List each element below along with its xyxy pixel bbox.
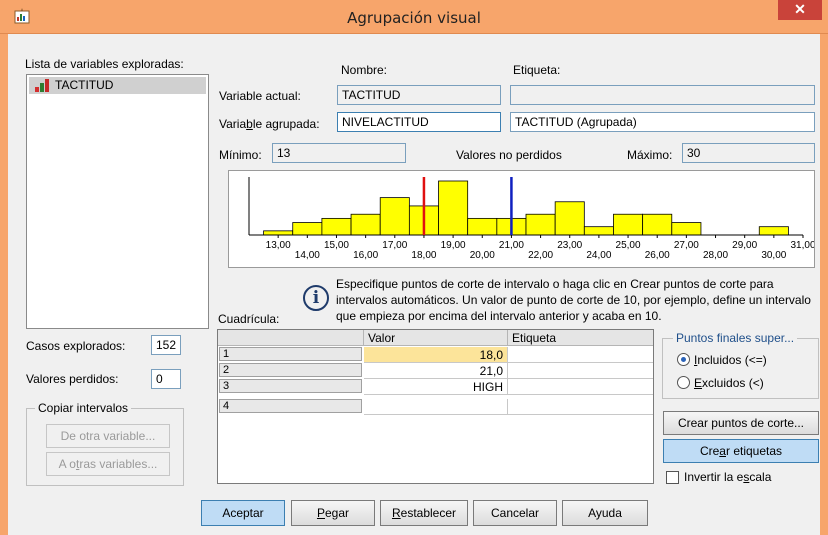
histogram-tick-label: 31,00 <box>790 240 814 251</box>
missing-values-field: 0 <box>151 369 181 389</box>
histogram-tick-label: 21,00 <box>499 240 524 251</box>
histogram-bar <box>671 222 702 236</box>
included-radio-label[interactable]: Incluidos (<=) <box>694 353 767 367</box>
grid-row-number: 1 <box>219 347 362 361</box>
histogram-tick-label: 25,00 <box>616 240 641 251</box>
title-bar: Agrupación visual ✕ <box>0 0 828 34</box>
minimum-label: Mínimo: <box>219 148 262 162</box>
maximum-label: Máximo: <box>627 148 673 162</box>
histogram-bar <box>758 226 789 236</box>
excluded-radio-label[interactable]: Excluidos (<) <box>694 376 764 390</box>
histogram-bar <box>350 213 381 236</box>
grid-cell-etiqueta[interactable] <box>508 347 653 363</box>
close-button[interactable]: ✕ <box>778 0 822 20</box>
histogram-bar <box>467 217 498 236</box>
nonmissing-label: Valores no perdidos <box>456 148 562 162</box>
invert-scale-label[interactable]: Invertir la escala <box>684 470 771 484</box>
grid-corner-header <box>218 330 364 346</box>
histogram-bar <box>292 222 323 236</box>
histogram-bar <box>613 213 644 236</box>
histogram-tick-label: 28,00 <box>703 250 728 261</box>
histogram-bar <box>263 230 294 236</box>
grouped-variable-name-input[interactable]: NIVELACTITUD <box>337 112 501 132</box>
histogram-tick-label: 19,00 <box>441 240 466 251</box>
label-header: Etiqueta: <box>513 63 561 77</box>
histogram-tick-label: 20,00 <box>470 250 495 261</box>
current-variable-label: Variable actual: <box>219 89 301 103</box>
info-text: Especifique puntos de corte de intervalo… <box>336 277 811 323</box>
missing-values-label: Valores perdidos: <box>26 372 119 386</box>
cut-point-grid[interactable]: Valor Etiqueta 1 18,0 2 21,0 3 HIGH 4 <box>217 329 654 484</box>
histogram-tick-label: 22,00 <box>528 250 553 261</box>
histogram-panel[interactable]: 13,00 15,00 17,00 19,00 21,00 23,00 25,00 27,00… <box>228 170 815 268</box>
histogram-tick-label: 15,00 <box>324 240 349 251</box>
histogram-tick-label: 30,00 <box>761 250 786 261</box>
grid-cell-valor[interactable]: HIGH <box>364 379 508 395</box>
variable-list[interactable]: TACTITUD <box>26 74 209 329</box>
grid-cell-valor[interactable]: 18,0 <box>364 347 508 363</box>
histogram-tick-label: 23,00 <box>557 240 582 251</box>
histogram-bar <box>554 201 585 236</box>
paste-button[interactable]: Pegar <box>291 500 375 526</box>
grid-cell-valor[interactable] <box>364 399 508 415</box>
histogram-bar <box>642 213 673 236</box>
current-variable-label-field <box>510 85 815 105</box>
grouped-variable-label-input[interactable]: TACTITUD (Agrupada) <box>510 112 815 132</box>
upper-endpoints-legend: Puntos finales super... <box>673 331 798 345</box>
info-icon: i <box>303 285 329 311</box>
grid-cell-etiqueta[interactable] <box>508 379 653 395</box>
grid-row-number: 3 <box>219 379 362 393</box>
grid-cell-valor[interactable]: 21,0 <box>364 363 508 379</box>
grid-row-number: 2 <box>219 363 362 377</box>
histogram-tick-label: 29,00 <box>732 240 757 251</box>
excluded-radio[interactable] <box>677 376 690 389</box>
copy-to-variables-button[interactable]: A otras variables... <box>46 452 170 476</box>
maximum-field: 30 <box>682 143 815 163</box>
current-variable-name-field: TACTITUD <box>337 85 501 105</box>
cases-explored-label: Casos explorados: <box>26 339 126 353</box>
histogram-bar <box>321 217 352 236</box>
histogram-bar <box>438 180 469 236</box>
create-labels-button[interactable]: Crear etiquetas <box>663 439 819 463</box>
grid-row-number: 4 <box>219 399 362 413</box>
histogram-tick-label: 17,00 <box>382 240 407 251</box>
variable-list-label: Lista de variables exploradas: <box>25 57 184 71</box>
create-cut-points-button[interactable]: Crear puntos de corte... <box>663 411 819 435</box>
grid-cell-etiqueta[interactable] <box>508 363 653 379</box>
grid-label: Cuadrícula: <box>218 312 280 326</box>
copy-from-variable-button[interactable]: De otra variable... <box>46 424 170 448</box>
histogram-tick-label: 18,00 <box>411 250 436 261</box>
name-header: Nombre: <box>341 63 388 77</box>
histogram-bar <box>525 213 556 236</box>
cases-explored-field: 152 <box>151 335 181 355</box>
scale-variable-icon <box>35 79 49 92</box>
minimum-field: 13 <box>272 143 406 163</box>
variable-name: TACTITUD <box>55 78 114 92</box>
histogram-tick-label: 14,00 <box>295 250 320 261</box>
histogram-tick-label: 27,00 <box>674 240 699 251</box>
window-frame-left <box>0 34 8 535</box>
histogram-chart[interactable]: 13,00 15,00 17,00 19,00 21,00 23,00 25,00 27,00… <box>229 171 814 267</box>
grid-cell-etiqueta[interactable] <box>508 399 653 415</box>
histogram-tick-label: 24,00 <box>586 250 611 261</box>
invert-scale-checkbox[interactable] <box>666 471 679 484</box>
window-title: Agrupación visual <box>347 9 481 27</box>
window-frame-right <box>820 34 828 535</box>
histogram-bar <box>379 197 410 236</box>
grouped-variable-label: Variable agrupada: <box>219 117 320 131</box>
help-button[interactable]: Ayuda <box>562 500 648 526</box>
copy-intervals-legend: Copiar intervalos <box>35 401 132 415</box>
reset-button[interactable]: Restablecer <box>380 500 468 526</box>
histogram-bar <box>583 226 614 236</box>
variable-list-item[interactable]: TACTITUD <box>29 77 206 94</box>
grid-column-header-valor[interactable]: Valor <box>364 330 508 346</box>
ok-button[interactable]: Aceptar <box>201 500 285 526</box>
histogram-tick-label: 13,00 <box>266 240 291 251</box>
included-radio[interactable] <box>677 353 690 366</box>
grid-column-header-etiqueta[interactable]: Etiqueta <box>508 330 653 346</box>
histogram-tick-label: 26,00 <box>645 250 670 261</box>
histogram-tick-label: 16,00 <box>353 250 378 261</box>
cancel-button[interactable]: Cancelar <box>473 500 557 526</box>
